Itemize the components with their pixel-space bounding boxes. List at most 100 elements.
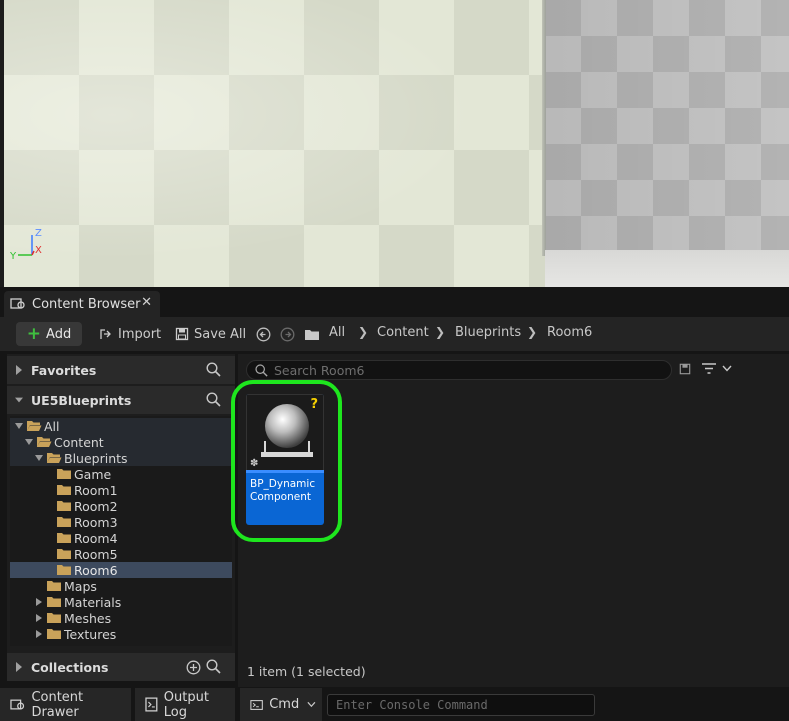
console-command-box[interactable] bbox=[327, 694, 595, 716]
save-icon bbox=[175, 327, 189, 341]
tree-item-room3[interactable]: Room3 bbox=[10, 514, 232, 530]
search-icon[interactable] bbox=[206, 392, 221, 407]
asset-tile[interactable]: ✽ ? BP_Dynamic Component bbox=[246, 394, 324, 525]
tree-item-room6[interactable]: Room6 bbox=[10, 562, 232, 578]
save-search-icon[interactable] bbox=[679, 363, 691, 375]
asset-thumbnail: ✽ ? bbox=[246, 394, 324, 470]
spacer-icon bbox=[44, 565, 54, 575]
folder-icon bbox=[57, 533, 71, 543]
close-icon[interactable]: ✕ bbox=[141, 295, 152, 310]
cmd-label: Cmd bbox=[269, 697, 300, 712]
tree-item-label: Room2 bbox=[74, 498, 118, 514]
favorites-label: Favorites bbox=[31, 362, 97, 378]
tree-item-materials[interactable]: Materials bbox=[10, 594, 232, 610]
floor bbox=[545, 250, 789, 287]
tree-item-all[interactable]: All bbox=[10, 418, 232, 434]
search-icon[interactable] bbox=[206, 659, 221, 674]
forward-icon[interactable] bbox=[280, 327, 295, 342]
tree-item-textures[interactable]: Textures bbox=[10, 626, 232, 642]
caret-down-icon[interactable] bbox=[24, 437, 34, 447]
add-button-label: Add bbox=[46, 326, 72, 342]
filter-button[interactable] bbox=[701, 362, 732, 375]
tree-item-label: Room4 bbox=[74, 530, 118, 546]
caret-right-icon[interactable] bbox=[34, 629, 44, 639]
asset-search-box[interactable] bbox=[246, 360, 672, 380]
asset-view: ✽ ? BP_Dynamic Component 1 item (1 selec… bbox=[231, 354, 789, 687]
tree-item-label: Game bbox=[74, 466, 112, 482]
tree-item-room1[interactable]: Room1 bbox=[10, 482, 232, 498]
import-label: Import bbox=[118, 326, 162, 342]
terminal-icon bbox=[250, 699, 263, 710]
chevron-right-icon: ❯ bbox=[435, 325, 446, 339]
asset-name: BP_Dynamic Component bbox=[250, 478, 316, 503]
output-log-button[interactable]: Output Log bbox=[135, 688, 235, 721]
caret-down-icon[interactable] bbox=[34, 453, 44, 463]
save-all-button[interactable]: Save All bbox=[175, 324, 246, 344]
spacer-icon bbox=[44, 485, 54, 495]
cmd-dropdown[interactable]: Cmd bbox=[240, 688, 322, 721]
chevron-right-icon: ❯ bbox=[527, 325, 538, 339]
add-collection-icon[interactable] bbox=[186, 660, 201, 675]
caret-down-icon[interactable] bbox=[14, 421, 24, 431]
caret-right-icon[interactable] bbox=[34, 613, 44, 623]
folder-icon bbox=[57, 485, 71, 495]
wall-right bbox=[545, 0, 789, 287]
tree-item-room4[interactable]: Room4 bbox=[10, 530, 232, 546]
spacer-icon bbox=[44, 549, 54, 559]
folder-icon bbox=[47, 581, 61, 591]
content-browser-icon bbox=[10, 298, 25, 309]
plus-icon: + bbox=[26, 323, 42, 344]
breadcrumb-all[interactable]: All bbox=[329, 325, 345, 340]
sources-panel: Favorites UE5Blueprints All Content Bluepr… bbox=[7, 354, 235, 681]
add-button[interactable]: + Add bbox=[16, 322, 82, 346]
tree-item-room5[interactable]: Room5 bbox=[10, 546, 232, 562]
tree-item-label: Room6 bbox=[74, 562, 118, 578]
asset-type-strip bbox=[246, 470, 324, 473]
folder-icon bbox=[57, 501, 71, 511]
import-icon bbox=[100, 329, 111, 339]
asset-search-input[interactable] bbox=[274, 362, 654, 378]
project-label: UE5Blueprints bbox=[31, 392, 132, 408]
tab-content-browser[interactable]: Content Browser ✕ bbox=[4, 291, 160, 317]
folder-tree: All Content Blueprints Game Room1 Room2 Room3 R… bbox=[10, 416, 232, 646]
search-icon bbox=[255, 363, 268, 377]
breadcrumb-blueprints[interactable]: Blueprints bbox=[455, 325, 521, 340]
asset-badge: ? bbox=[310, 397, 318, 412]
project-header[interactable]: UE5Blueprints bbox=[7, 386, 235, 414]
favorites-header[interactable]: Favorites bbox=[7, 356, 235, 384]
caret-right-icon bbox=[16, 365, 22, 375]
wall-corner bbox=[542, 0, 546, 256]
spacer-icon bbox=[44, 517, 54, 527]
tree-item-meshes[interactable]: Meshes bbox=[10, 610, 232, 626]
spacer-icon bbox=[34, 581, 44, 591]
breadcrumb-room6[interactable]: Room6 bbox=[547, 325, 592, 340]
breadcrumb-content[interactable]: Content bbox=[377, 325, 429, 340]
content-drawer-button[interactable]: Content Drawer bbox=[0, 688, 131, 721]
content-browser-toolbar: + Add Import Save All All ❯ Content ❯ Bl… bbox=[0, 317, 789, 351]
content-drawer-label: Content Drawer bbox=[31, 689, 84, 720]
tree-item-content[interactable]: Content bbox=[10, 434, 232, 450]
tree-item-game[interactable]: Game bbox=[10, 466, 232, 482]
back-icon[interactable] bbox=[256, 327, 271, 342]
search-icon[interactable] bbox=[206, 362, 221, 377]
tree-item-label: Content bbox=[54, 434, 104, 450]
tree-item-blueprints[interactable]: Blueprints bbox=[10, 450, 232, 466]
caret-right-icon[interactable] bbox=[34, 597, 44, 607]
console-command-input[interactable] bbox=[336, 698, 586, 712]
tree-item-label: Room1 bbox=[74, 482, 118, 498]
folder-icon bbox=[57, 469, 71, 479]
tree-item-label: All bbox=[44, 418, 60, 434]
output-log-label: Output Log bbox=[163, 689, 209, 720]
import-button[interactable]: Import bbox=[99, 324, 161, 344]
svg-text:✽: ✽ bbox=[250, 458, 258, 469]
tree-item-maps[interactable]: Maps bbox=[10, 578, 232, 594]
tree-item-room2[interactable]: Room2 bbox=[10, 498, 232, 514]
item-count-status: 1 item (1 selected) bbox=[247, 664, 366, 679]
collections-header[interactable]: Collections bbox=[7, 653, 235, 681]
level-viewport[interactable]: Z Y X bbox=[0, 0, 789, 287]
folder-open-icon bbox=[27, 421, 42, 431]
axis-gizmo-icon: Z Y X bbox=[9, 228, 42, 262]
folder-icon[interactable] bbox=[304, 328, 320, 341]
content-browser-icon bbox=[10, 699, 25, 709]
folder-icon bbox=[47, 613, 61, 623]
